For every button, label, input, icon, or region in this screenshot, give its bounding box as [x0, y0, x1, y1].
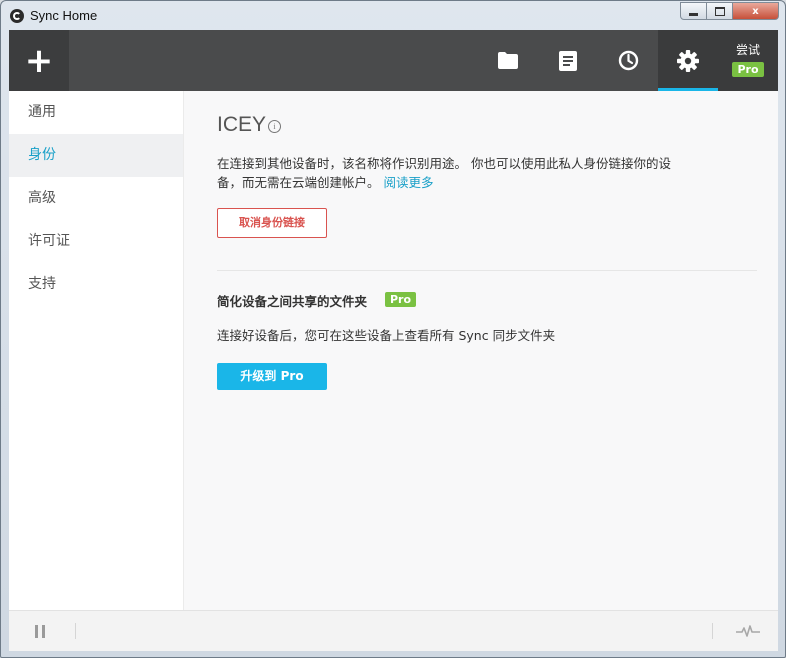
- identity-panel: ICEY i 在连接到其他设备时，该名称将作识别用途。 你也可以使用此私人身份链…: [184, 91, 778, 610]
- status-separator: [75, 623, 76, 639]
- close-icon: x: [752, 5, 759, 17]
- plus-icon: +: [24, 40, 54, 81]
- info-icon[interactable]: i: [268, 120, 281, 133]
- activity-pulse-icon[interactable]: [736, 624, 760, 638]
- try-label: 尝试: [735, 43, 760, 57]
- history-tab-button[interactable]: [598, 30, 658, 91]
- try-pro-button[interactable]: 尝试 Pro: [718, 30, 778, 91]
- pause-icon[interactable]: [34, 625, 46, 638]
- pro-badge: Pro: [732, 62, 764, 77]
- unlink-identity-button[interactable]: 取消身份链接: [217, 208, 327, 238]
- main-toolbar: + 尝试 Pro: [9, 30, 778, 91]
- identity-description-text: 在连接到其他设备时，该名称将作识别用途。 你也可以使用此私人身份链接你的设备，而…: [217, 156, 671, 190]
- settings-sidebar: 通用 身份 高级 许可证 支持: [9, 91, 184, 610]
- sync-logo-icon: [10, 9, 24, 23]
- section-divider: [217, 270, 757, 271]
- pro-section-title: 简化设备之间共享的文件夹: [217, 294, 368, 309]
- add-folder-button[interactable]: +: [9, 30, 69, 91]
- identity-description: 在连接到其他设备时，该名称将作识别用途。 你也可以使用此私人身份链接你的设备，而…: [217, 154, 687, 192]
- device-name[interactable]: ICEY: [217, 113, 266, 137]
- maximize-button[interactable]: [707, 2, 733, 20]
- learn-more-link[interactable]: 阅读更多: [384, 175, 434, 190]
- close-button[interactable]: x: [733, 2, 779, 20]
- status-bar: [9, 610, 778, 651]
- title-bar[interactable]: Sync Home x: [1, 1, 785, 30]
- gear-icon: [677, 49, 699, 72]
- app-window: Sync Home x + 尝试 Pro 通用 身份 高级 许可证 支持 ICE…: [0, 0, 786, 658]
- folders-tab-button[interactable]: [478, 30, 538, 91]
- folder-icon: [498, 52, 518, 69]
- minimize-button[interactable]: [680, 2, 707, 20]
- minimize-icon: [689, 12, 698, 16]
- pro-section-description: 连接好设备后，您可在这些设备上查看所有 Sync 同步文件夹: [217, 328, 556, 343]
- upgrade-pro-button[interactable]: 升级到 Pro: [217, 363, 327, 390]
- window-controls: x: [680, 2, 779, 20]
- sidebar-item-advanced[interactable]: 高级: [9, 177, 183, 220]
- sidebar-item-license[interactable]: 许可证: [9, 220, 183, 263]
- sidebar-item-support[interactable]: 支持: [9, 263, 183, 306]
- transfers-tab-button[interactable]: [538, 30, 598, 91]
- sidebar-item-general[interactable]: 通用: [9, 91, 183, 134]
- maximize-icon: [714, 6, 725, 16]
- clock-icon: [618, 50, 638, 71]
- notes-icon: [559, 50, 577, 71]
- sidebar-item-identity[interactable]: 身份: [9, 134, 183, 177]
- window-title: Sync Home: [30, 8, 98, 23]
- status-separator: [712, 623, 713, 639]
- pro-section-badge: Pro: [385, 292, 417, 307]
- settings-tab-button[interactable]: [658, 30, 718, 91]
